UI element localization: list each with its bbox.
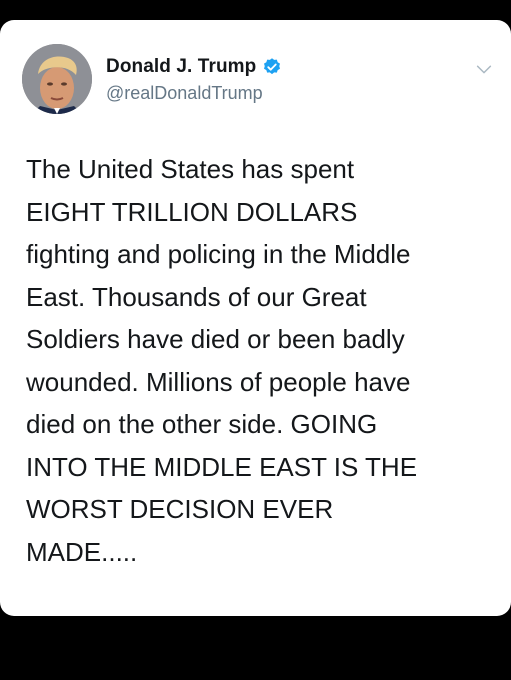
author-name-row: Donald J. Trump <box>106 56 282 78</box>
tweet-text-line: East. Thousands of our Great <box>26 281 367 312</box>
tweet-text-line: WORST DECISION EVER <box>26 494 334 524</box>
tweet-card: Donald J. Trump @realDonaldTrump The Uni… <box>0 20 511 616</box>
avatar[interactable] <box>22 44 92 114</box>
display-name[interactable]: Donald J. Trump <box>106 56 256 78</box>
tweet-text-line: fighting and policing in the Middle <box>26 239 411 269</box>
tweet-text-line: Soldiers have died or been badly <box>26 324 405 354</box>
tweet-text-line: wounded. Millions of people have <box>26 366 411 397</box>
tweet-text-line: died on the other side. GOING <box>26 409 378 439</box>
tweet-text-line: INTO THE MIDDLE EAST IS THE <box>26 451 418 482</box>
tweet-text: The United States has spent EIGHT TRILLI… <box>26 148 496 573</box>
tweet-text-line: The United States has spent <box>26 154 355 184</box>
user-handle[interactable]: @realDonaldTrump <box>106 83 263 104</box>
verified-badge-icon <box>264 58 281 75</box>
tweet-text-line: MADE..... <box>26 536 138 567</box>
tweet-text-line: EIGHT TRILLION DOLLARS <box>26 196 358 227</box>
chevron-down-icon[interactable] <box>473 58 495 80</box>
profile-photo-icon <box>22 44 92 114</box>
